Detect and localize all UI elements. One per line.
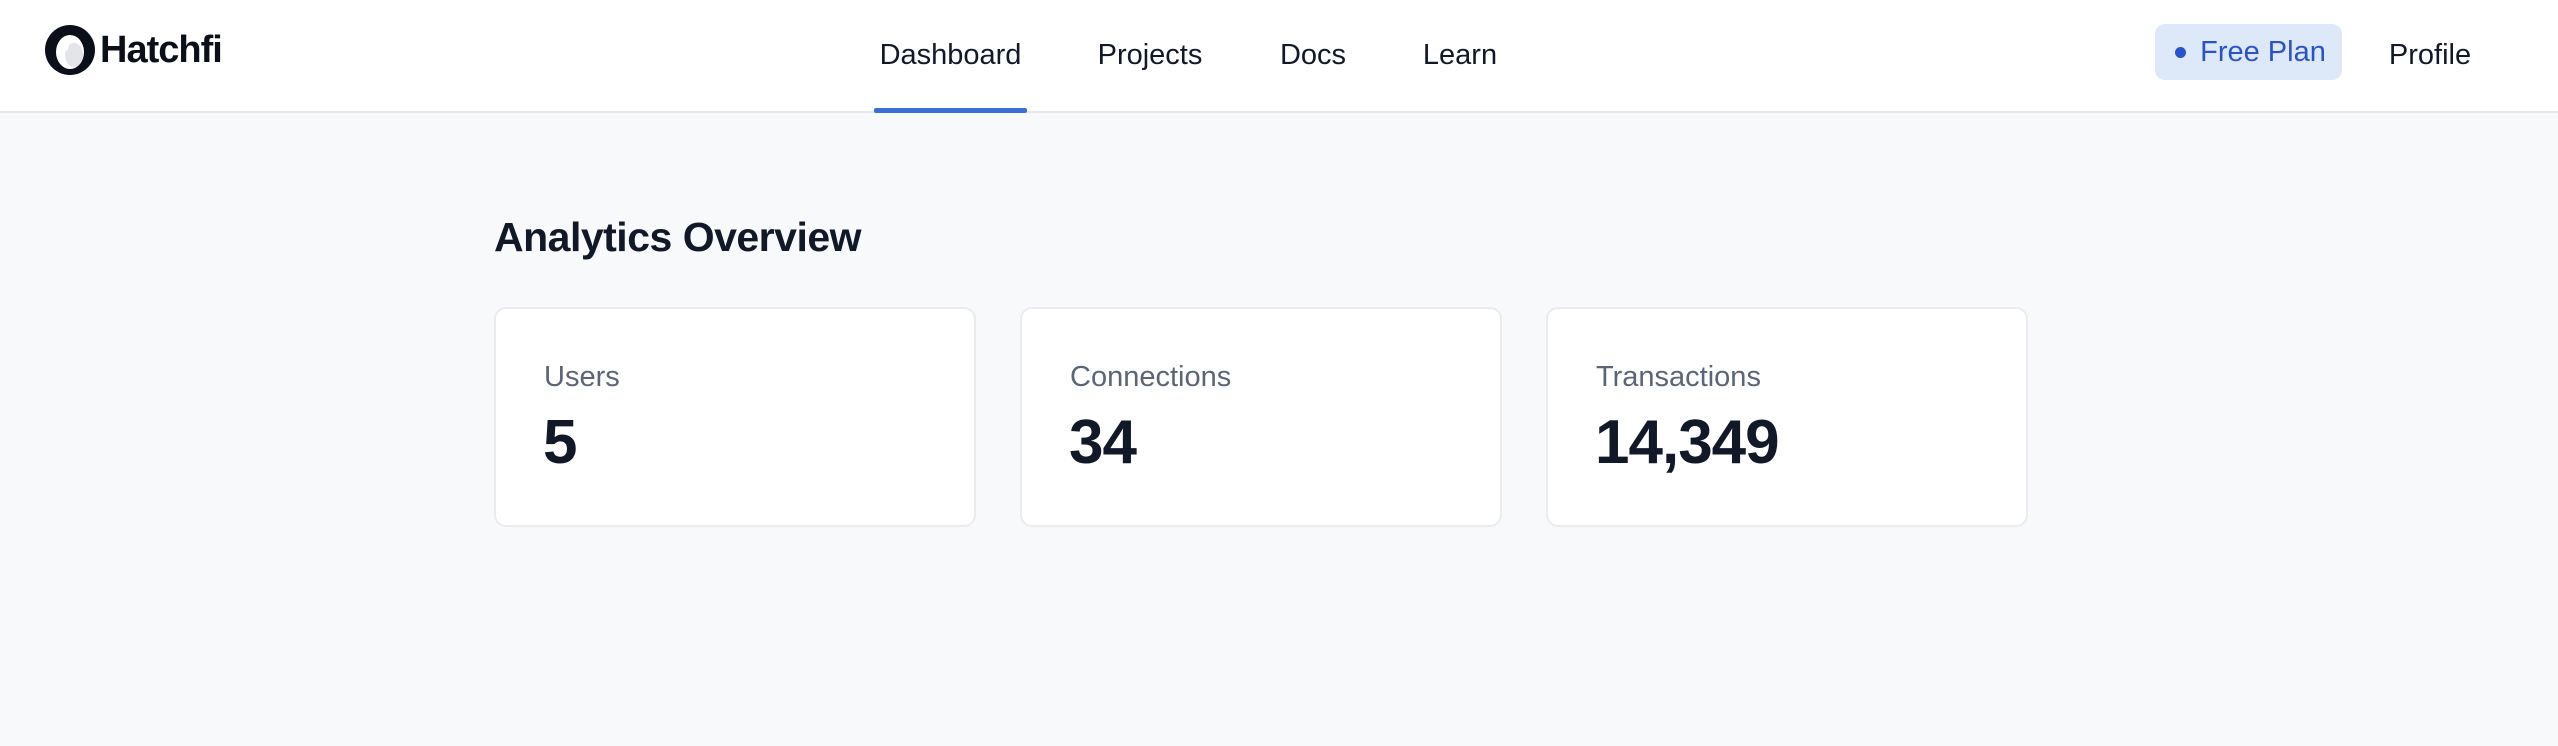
plan-label: Free Plan — [2200, 35, 2326, 68]
page-title: Analytics Overview — [494, 214, 862, 260]
nav-item-learn[interactable]: Learn — [1418, 30, 1502, 80]
stat-card-connections: Connections 34 — [1020, 307, 1502, 527]
stat-value: 5 — [543, 408, 577, 477]
stat-value: 34 — [1069, 408, 1137, 477]
nav-item-dashboard[interactable]: Dashboard — [874, 30, 1027, 80]
nav-item-docs[interactable]: Docs — [1272, 30, 1354, 80]
nav-item-projects[interactable]: Projects — [1090, 30, 1210, 80]
stat-card-transactions: Transactions 14,349 — [1546, 307, 2028, 527]
brand-logo-link[interactable]: Hatchfi — [44, 22, 223, 78]
plan-badge[interactable]: Free Plan — [2155, 24, 2342, 80]
brand-name: Hatchfi — [100, 28, 223, 71]
top-navigation-bar: Hatchfi Dashboard Projects Docs Learn Fr… — [0, 0, 2558, 113]
plan-status-dot-icon — [2175, 46, 2187, 58]
egg-logo-icon — [44, 24, 96, 76]
stat-label: Transactions — [1596, 361, 1761, 393]
active-tab-indicator — [874, 108, 1027, 113]
stat-label: Users — [544, 361, 620, 393]
profile-link[interactable]: Profile — [2370, 30, 2490, 80]
stat-card-users: Users 5 — [494, 307, 976, 527]
stat-label: Connections — [1070, 361, 1232, 393]
stat-value: 14,349 — [1595, 408, 1780, 477]
